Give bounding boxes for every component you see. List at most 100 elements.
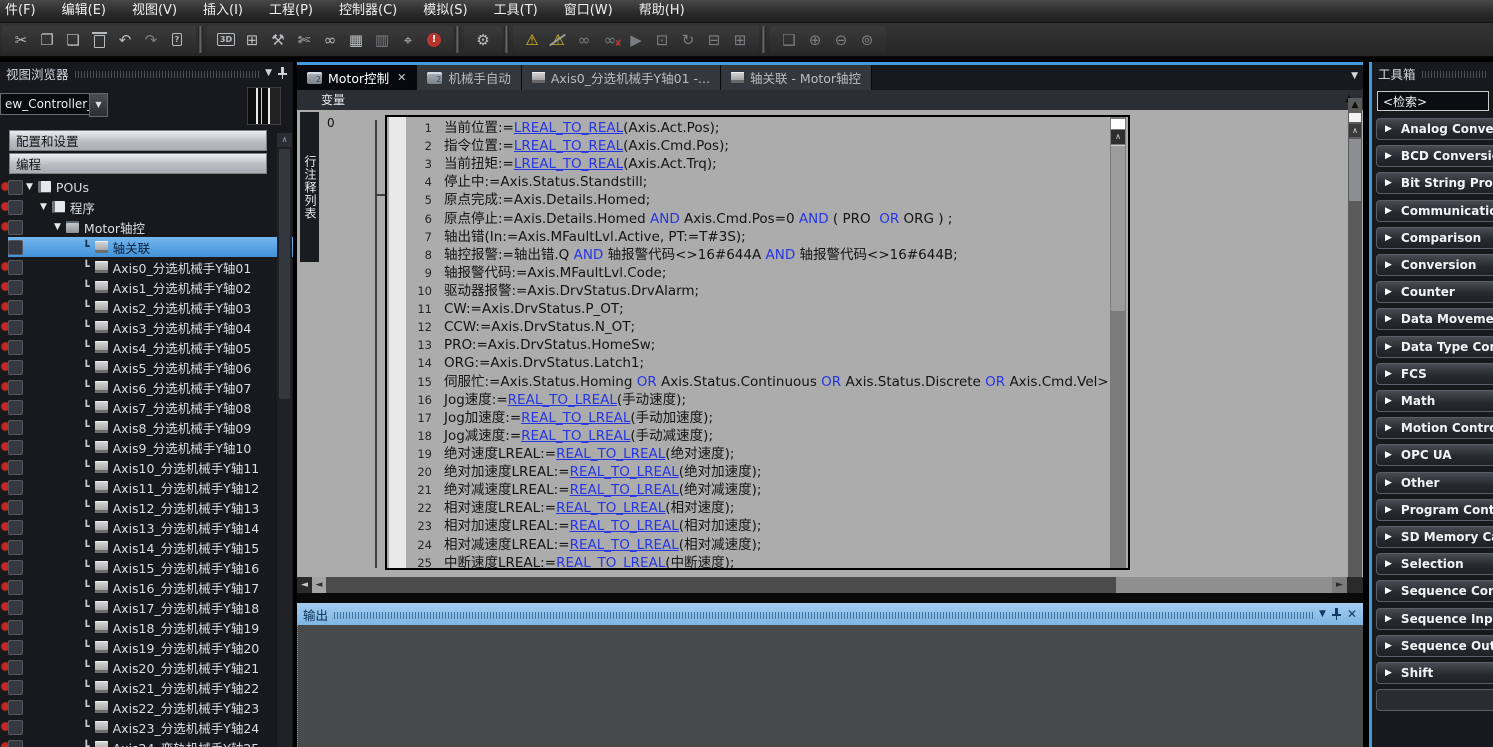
- check-program-icon[interactable]: ∞: [317, 28, 343, 52]
- code-lines[interactable]: 1当前位置:=LREAL_TO_REAL(Axis.Act.Pos);2指令位置…: [406, 119, 1110, 570]
- synchronize-icon[interactable]: ↻: [675, 28, 701, 52]
- tree-item[interactable]: ┗Axis11_分选机械手Y轴12: [0, 477, 293, 497]
- tree-item[interactable]: ┗Axis9_分选机械手Y轴10: [0, 437, 293, 457]
- transfer-icon[interactable]: ⊡: [649, 28, 675, 52]
- delete-icon[interactable]: [86, 28, 112, 52]
- scroll-left-icon[interactable]: ◄: [312, 577, 326, 593]
- menu-item[interactable]: 编辑(E): [49, 0, 119, 22]
- hscroll-thumb[interactable]: [326, 577, 1116, 593]
- tree-item[interactable]: ┗Axis16_分选机械手Y轴17: [0, 577, 293, 597]
- redo-icon[interactable]: ↷: [138, 28, 164, 52]
- document-tab[interactable]: 2机械手自动: [417, 65, 522, 90]
- scroll-right-arrow-icon[interactable]: ►: [1332, 577, 1347, 593]
- toolbox-category[interactable]: ▶Selection: [1376, 553, 1493, 575]
- controller-select[interactable]: ew_Controller_0: [0, 93, 94, 115]
- cut-icon[interactable]: ✂: [8, 28, 34, 52]
- tree-item[interactable]: ┗Axis6_分选机械手Y轴07: [0, 377, 293, 397]
- 3d-view-icon[interactable]: 3D: [213, 28, 239, 52]
- code-line[interactable]: 25中断速度LREAL:=REAL_TO_LREAL(中断速度);: [406, 554, 1110, 570]
- tree-scroll-up-icon[interactable]: ∧: [277, 133, 292, 147]
- editor-vertical-scrollbar[interactable]: ▲ ∧: [1348, 98, 1362, 577]
- menu-item[interactable]: 模拟(S): [410, 0, 480, 22]
- code-vertical-scrollbar[interactable]: ∧: [1110, 117, 1126, 568]
- code-line[interactable]: 11CW:=Axis.DrvStatus.P_OT;: [406, 300, 1110, 318]
- variables-bar[interactable]: 变量: [297, 90, 1363, 110]
- undo-icon[interactable]: ↶: [112, 28, 138, 52]
- help-icon[interactable]: ?: [164, 28, 190, 52]
- tree-item[interactable]: ┗Axis10_分选机械手Y轴11: [0, 457, 293, 477]
- tree-item[interactable]: ┗Axis7_分选机械手Y轴08: [0, 397, 293, 417]
- sidebar-nav-button[interactable]: 编程: [9, 153, 267, 174]
- output-content[interactable]: [297, 625, 1363, 747]
- copy-icon[interactable]: ❐: [34, 28, 60, 52]
- tree-item[interactable]: ┗Axis13_分选机械手Y轴14: [0, 517, 293, 537]
- tree-item[interactable]: ┗Axis17_分选机械手Y轴18: [0, 597, 293, 617]
- toolbox-category[interactable]: ▶Motion Control: [1376, 417, 1493, 439]
- menu-item[interactable]: 工具(T): [481, 0, 551, 22]
- code-line[interactable]: 5原点完成:=Axis.Details.Homed;: [406, 191, 1110, 209]
- tree-item[interactable]: ▼Motor轴控: [0, 217, 293, 237]
- code-line[interactable]: 6原点停止:=Axis.Details.Homed AND Axis.Cmd.P…: [406, 210, 1110, 228]
- st-code-block[interactable]: 1当前位置:=LREAL_TO_REAL(Axis.Act.Pos);2指令位置…: [385, 115, 1130, 570]
- tree-item[interactable]: ┗Axis2_分选机械手Y轴03: [0, 297, 293, 317]
- toolbox-category[interactable]: ▶Comparison: [1376, 227, 1493, 249]
- tab-list-arrow-icon[interactable]: ▼: [1351, 71, 1358, 81]
- toolbox-category[interactable]: ▶Data Movement: [1376, 308, 1493, 330]
- tree-scroll-thumb[interactable]: [279, 149, 290, 399]
- menu-item[interactable]: 视图(V): [119, 0, 190, 22]
- zoom-in-icon[interactable]: ⊕: [802, 28, 828, 52]
- tree-item[interactable]: ┗Axis12_分选机械手Y轴13: [0, 497, 293, 517]
- code-line[interactable]: 16Jog速度:=REAL_TO_LREAL(手动速度);: [406, 391, 1110, 409]
- sidebar-nav-button[interactable]: 配置和设置: [9, 130, 267, 151]
- fit-zoom-icon[interactable]: ❑: [776, 28, 802, 52]
- line-comment-list-tab[interactable]: 行注释列表: [300, 112, 319, 262]
- scroll-left-arrow-icon[interactable]: ◄: [297, 577, 312, 593]
- code-line[interactable]: 19绝对速度LREAL:=REAL_TO_LREAL(绝对速度);: [406, 445, 1110, 463]
- explorer-menu-arrow-icon[interactable]: ▼: [265, 68, 272, 78]
- toolbox-category[interactable]: ▶FCS: [1376, 363, 1493, 385]
- tree-item[interactable]: ┗Axis21_分选机械手Y轴22: [0, 677, 293, 697]
- code-line[interactable]: 22相对速度LREAL:=REAL_TO_LREAL(相对速度);: [406, 499, 1110, 517]
- toolbox-category[interactable]: ▶Other: [1376, 472, 1493, 494]
- code-line[interactable]: 2指令位置:=LREAL_TO_REAL(Axis.Cmd.Pos);: [406, 137, 1110, 155]
- toolbox-category[interactable]: ▶Data Type Conversion: [1376, 336, 1493, 358]
- output-close-icon[interactable]: ✕: [1347, 607, 1357, 621]
- document-tab[interactable]: 轴关联 - Motor轴控: [721, 65, 872, 90]
- tree-item[interactable]: ┗Axis15_分选机械手Y轴16: [0, 557, 293, 577]
- tree-item[interactable]: ┗Axis19_分选机械手Y轴20: [0, 637, 293, 657]
- tree-item[interactable]: ┗Axis14_分选机械手Y轴15: [0, 537, 293, 557]
- cross-reference-icon[interactable]: ▥: [369, 28, 395, 52]
- toolbox-search-input[interactable]: <检索>: [1377, 91, 1489, 111]
- document-tab[interactable]: 2Motor控制✕: [297, 65, 417, 90]
- code-line[interactable]: 7轴出错(In:=Axis.MFaultLvl.Active, PT:=T#3S…: [406, 228, 1110, 246]
- menu-item[interactable]: 控制器(C): [326, 0, 410, 22]
- code-line[interactable]: 3当前扭矩:=LREAL_TO_REAL(Axis.Act.Trq);: [406, 155, 1110, 173]
- toolbox-category[interactable]: ▶BCD Conversion: [1376, 145, 1493, 167]
- document-tab[interactable]: Axis0_分选机械手Y轴01 -...: [522, 65, 721, 90]
- output-menu-arrow-icon[interactable]: ▼: [1319, 609, 1326, 619]
- toolbox-category[interactable]: ▶Counter: [1376, 281, 1493, 303]
- code-line[interactable]: 17Jog加速度:=REAL_TO_LREAL(手动加速度);: [406, 409, 1110, 427]
- hscroll-track[interactable]: [1116, 577, 1332, 593]
- scroll-up-arrow-icon[interactable]: ▲: [1348, 98, 1362, 112]
- tree-item[interactable]: ┗Axis1_分选机械手Y轴02: [0, 277, 293, 297]
- tree-scrollbar[interactable]: ∧: [277, 133, 292, 747]
- toolbox-category[interactable]: ▶Conversion: [1376, 254, 1493, 276]
- st-editor-canvas[interactable]: 行注释列表 0 1当前位置:=LREAL_TO_REAL(Axis.Act.Po…: [297, 110, 1363, 577]
- watch-off-icon[interactable]: ∞✘: [597, 28, 623, 52]
- toolbox-category[interactable]: ▶Sequence Input: [1376, 608, 1493, 630]
- editor-horizontal-scrollbar[interactable]: ◄ ◄ ►: [297, 577, 1363, 593]
- code-line[interactable]: 10驱动器报警:=Axis.DrvStatus.DrvAlarm;: [406, 282, 1110, 300]
- window-layout-icon[interactable]: ⊞: [239, 28, 265, 52]
- scroll-up-icon[interactable]: ∧: [1111, 130, 1125, 144]
- code-line[interactable]: 21绝对减速度LREAL:=REAL_TO_LREAL(绝对减速度);: [406, 481, 1110, 499]
- watch-icon[interactable]: ∞: [571, 28, 597, 52]
- menu-item[interactable]: 工程(P): [256, 0, 326, 22]
- menu-item[interactable]: 窗口(W): [551, 0, 626, 22]
- check-all-programs-icon[interactable]: ▦: [343, 28, 369, 52]
- code-line[interactable]: 15伺服忙:=Axis.Status.Homing OR Axis.Status…: [406, 373, 1110, 391]
- toolbox-category[interactable]: ▶Analog Conversion: [1376, 118, 1493, 140]
- controller-select-arrow-icon[interactable]: ▼: [89, 93, 108, 117]
- zoom-100-icon[interactable]: ⊚: [854, 28, 880, 52]
- code-line[interactable]: 9轴报警代码:=Axis.MFaultLvl.Code;: [406, 264, 1110, 282]
